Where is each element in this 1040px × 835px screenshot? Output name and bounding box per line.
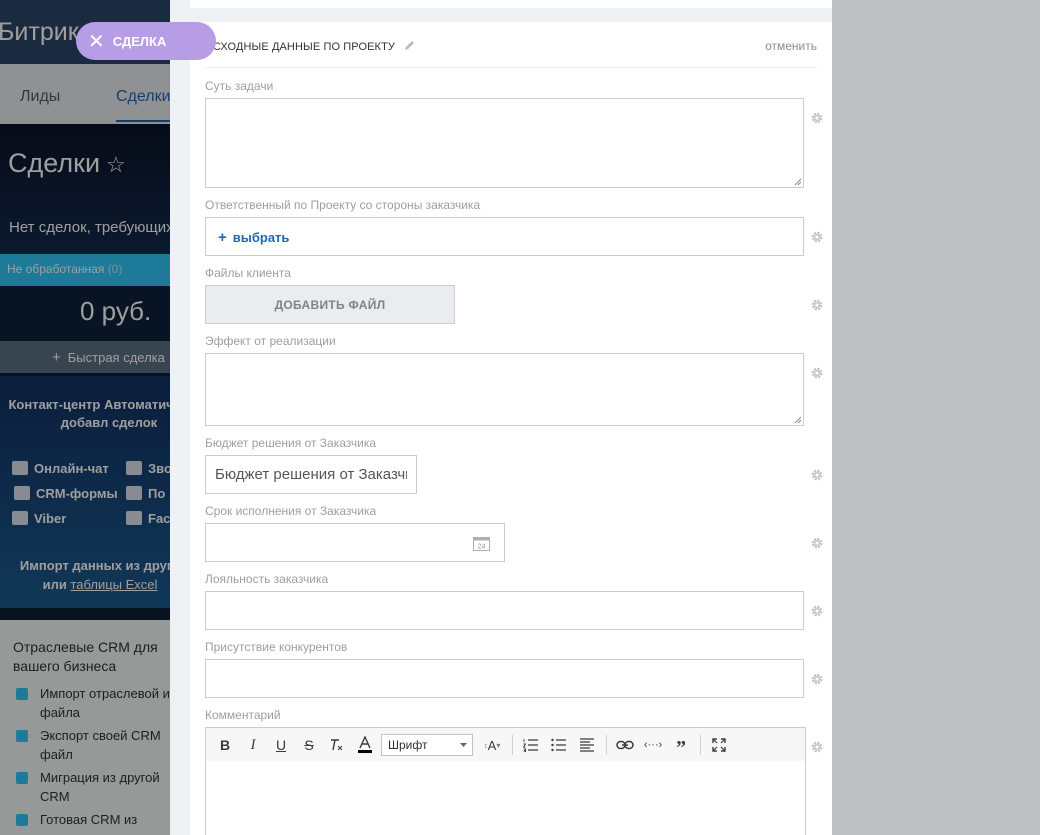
code-icon: ‹···›: [643, 739, 663, 751]
text-color-button[interactable]: [354, 734, 376, 756]
select-responsible-label: выбрать: [232, 230, 290, 245]
quote-icon: ”: [676, 737, 686, 759]
client-files-label: Файлы клиента: [205, 266, 291, 280]
toolbar-separator: [512, 735, 513, 755]
calendar-day: 24: [478, 544, 486, 551]
effect-textarea[interactable]: [205, 353, 804, 426]
close-icon: ✕: [88, 30, 105, 53]
close-slider-button[interactable]: ✕ СДЕЛКА: [76, 22, 216, 60]
select-responsible-link[interactable]: + выбрать: [218, 229, 289, 246]
strikethrough-button[interactable]: S: [298, 734, 320, 756]
toolbar-separator: [606, 735, 607, 755]
overlay-dim: [0, 0, 170, 835]
ordered-list-button[interactable]: [520, 734, 542, 756]
close-slider-label: СДЕЛКА: [112, 33, 167, 49]
toolbar-separator: [700, 735, 701, 755]
bullet-list-button[interactable]: [548, 734, 570, 756]
align-button[interactable]: [576, 734, 598, 756]
code-button[interactable]: ‹···›: [642, 734, 664, 756]
gear-icon[interactable]: [810, 230, 824, 244]
font-size-label: A: [487, 737, 497, 753]
underline-button[interactable]: U: [270, 734, 292, 756]
task-essence-label: Суть задачи: [205, 79, 274, 93]
cancel-link[interactable]: отменить: [765, 39, 817, 53]
competitors-label: Присутствие конкурентов: [205, 640, 348, 654]
link-icon: [616, 740, 634, 750]
budget-input[interactable]: [205, 455, 417, 494]
card-header: ИСХОДНЫЕ ДАННЫЕ ПО ПРОЕКТУ отменить: [205, 22, 817, 68]
comment-label: Комментарий: [205, 708, 281, 722]
calendar-icon[interactable]: 24: [473, 536, 490, 551]
gear-icon[interactable]: [810, 298, 824, 312]
section-title: ИСХОДНЫЕ ДАННЫЕ ПО ПРОЕКТУ: [205, 40, 415, 53]
editor-toolbar: B I U S Шрифт ↕ A ▾ ‹···› ”: [206, 728, 805, 761]
gear-icon[interactable]: [810, 740, 824, 754]
project-data-card: ИСХОДНЫЕ ДАННЫЕ ПО ПРОЕКТУ отменить Суть…: [190, 22, 832, 835]
responsible-label: Ответственный по Проекту со стороны зака…: [205, 198, 481, 212]
gear-icon[interactable]: [810, 604, 824, 618]
task-essence-textarea[interactable]: [205, 98, 804, 188]
add-file-button[interactable]: ДОБАВИТЬ ФАЙЛ: [205, 285, 455, 324]
deadline-date-field[interactable]: 24: [205, 523, 505, 562]
effect-label: Эффект от реализации: [205, 334, 336, 348]
section-title-text: ИСХОДНЫЕ ДАННЫЕ ПО ПРОЕКТУ: [205, 41, 395, 53]
previous-card: [190, 0, 832, 8]
resize-grip-icon[interactable]: [794, 416, 802, 424]
background-app: Битрикс Лиды Сделки Сделки ☆ Нет сделок, …: [0, 0, 170, 835]
slider-panel: ИСХОДНЫЕ ДАННЫЕ ПО ПРОЕКТУ отменить Суть…: [170, 0, 832, 835]
clear-format-button[interactable]: [326, 734, 348, 756]
bullet-list-icon: [551, 738, 566, 752]
quote-button[interactable]: ”: [670, 734, 692, 759]
gear-icon[interactable]: [810, 536, 824, 550]
italic-button[interactable]: I: [242, 734, 264, 756]
font-select-value: Шрифт: [388, 738, 428, 752]
font-select[interactable]: Шрифт: [381, 734, 473, 756]
ordered-list-icon: [523, 739, 538, 752]
plus-icon: +: [218, 229, 227, 246]
text-color-icon: [358, 736, 372, 753]
pencil-icon[interactable]: [404, 40, 415, 51]
comment-editor: B I U S Шрифт ↕ A ▾ ‹···› ”: [205, 727, 806, 835]
comment-text-area[interactable]: [206, 761, 805, 835]
font-size-button[interactable]: ↕ A ▾: [478, 734, 506, 756]
clear-format-icon: [331, 739, 343, 751]
fullscreen-button[interactable]: [708, 734, 730, 756]
chevron-down-icon: ▾: [496, 740, 501, 750]
resize-grip-icon[interactable]: [794, 178, 802, 186]
link-button[interactable]: [614, 734, 636, 756]
budget-label: Бюджет решения от Заказчика: [205, 436, 377, 450]
gear-icon[interactable]: [810, 672, 824, 686]
fullscreen-icon: [712, 738, 726, 752]
gear-icon[interactable]: [810, 468, 824, 482]
bold-button[interactable]: B: [214, 734, 236, 756]
competitors-field[interactable]: [205, 659, 804, 698]
deadline-label: Срок исполнения от Заказчика: [205, 504, 377, 518]
responsible-field: + выбрать: [205, 217, 804, 256]
gear-icon[interactable]: [810, 111, 824, 125]
gear-icon[interactable]: [810, 366, 824, 380]
loyalty-label: Лояльность заказчика: [205, 572, 329, 586]
align-left-icon: [580, 738, 594, 752]
chevron-down-icon: [460, 743, 467, 747]
loyalty-field[interactable]: [205, 591, 804, 630]
